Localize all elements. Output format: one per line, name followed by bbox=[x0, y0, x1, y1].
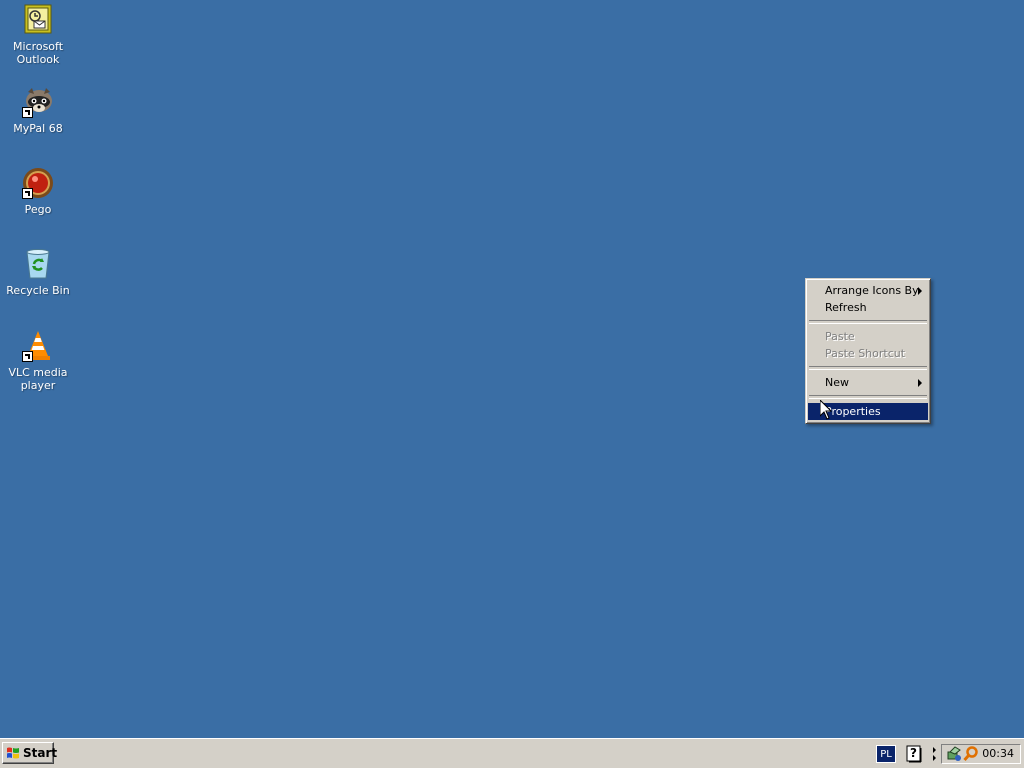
submenu-arrow-icon bbox=[918, 287, 922, 295]
desktop-icon-label: VLC media player bbox=[8, 366, 68, 392]
tray-expand-handle[interactable] bbox=[932, 744, 938, 764]
menu-item-label: Paste bbox=[825, 330, 855, 343]
mouse-cursor-icon bbox=[820, 400, 832, 420]
menu-item-label: Properties bbox=[825, 405, 881, 418]
mypal-raccoon-icon bbox=[22, 86, 54, 118]
menu-item-arrange-icons-by[interactable]: Arrange Icons By bbox=[808, 282, 928, 299]
desktop-icon-label: Microsoft Outlook bbox=[12, 40, 64, 66]
clock[interactable]: 00:34 bbox=[982, 747, 1014, 761]
start-label: Start bbox=[23, 746, 58, 760]
desktop-icon-label: MyPal 68 bbox=[13, 122, 63, 135]
desktop-icon-pego[interactable]: Pego bbox=[0, 167, 76, 216]
start-button[interactable]: Start bbox=[2, 742, 58, 764]
menu-separator bbox=[809, 320, 927, 324]
recycle-bin-icon bbox=[22, 248, 54, 280]
menu-item-label: New bbox=[825, 376, 849, 389]
network-tray-icon[interactable] bbox=[946, 746, 962, 762]
desktop-icon-mypal[interactable]: MyPal 68 bbox=[0, 86, 76, 135]
menu-item-refresh[interactable]: Refresh bbox=[808, 299, 928, 316]
menu-item-label: Paste Shortcut bbox=[825, 347, 906, 360]
menu-item-label: Arrange Icons By bbox=[825, 284, 919, 297]
desktop-icon-label: Recycle Bin bbox=[6, 284, 70, 297]
windows-logo-icon bbox=[7, 747, 19, 759]
desktop-icon-recycle-bin[interactable]: Recycle Bin bbox=[0, 248, 76, 297]
taskbar: Start PL ? 00:34 bbox=[0, 738, 1024, 768]
shortcut-arrow-icon bbox=[22, 351, 33, 362]
desktop-icon-outlook[interactable]: Microsoft Outlook bbox=[0, 4, 76, 66]
help-glyph: ? bbox=[910, 746, 917, 760]
vlc-cone-icon bbox=[22, 330, 54, 362]
menu-separator bbox=[809, 395, 927, 399]
desktop-icon-vlc[interactable]: VLC media player bbox=[0, 330, 76, 392]
menu-item-paste[interactable]: Paste bbox=[808, 328, 928, 345]
menu-item-label: Refresh bbox=[825, 301, 867, 314]
pego-icon bbox=[22, 167, 54, 199]
system-tray: 00:34 bbox=[941, 744, 1021, 764]
menu-item-new[interactable]: New bbox=[808, 374, 928, 391]
shortcut-arrow-icon bbox=[22, 107, 33, 118]
desktop[interactable]: Microsoft Outlook MyPal 68 Pego Recycle … bbox=[0, 0, 1024, 738]
help-button[interactable]: ? bbox=[904, 744, 924, 764]
shortcut-arrow-icon bbox=[22, 188, 33, 199]
desktop-icon-label: Pego bbox=[24, 203, 52, 216]
tray-grip-icon bbox=[933, 747, 936, 761]
submenu-arrow-icon bbox=[918, 379, 922, 387]
language-indicator[interactable]: PL bbox=[876, 745, 896, 763]
menu-separator bbox=[809, 366, 927, 370]
menu-item-paste-shortcut[interactable]: Paste Shortcut bbox=[808, 345, 928, 362]
outlook-icon bbox=[22, 4, 54, 36]
search-tray-icon[interactable] bbox=[963, 746, 979, 762]
